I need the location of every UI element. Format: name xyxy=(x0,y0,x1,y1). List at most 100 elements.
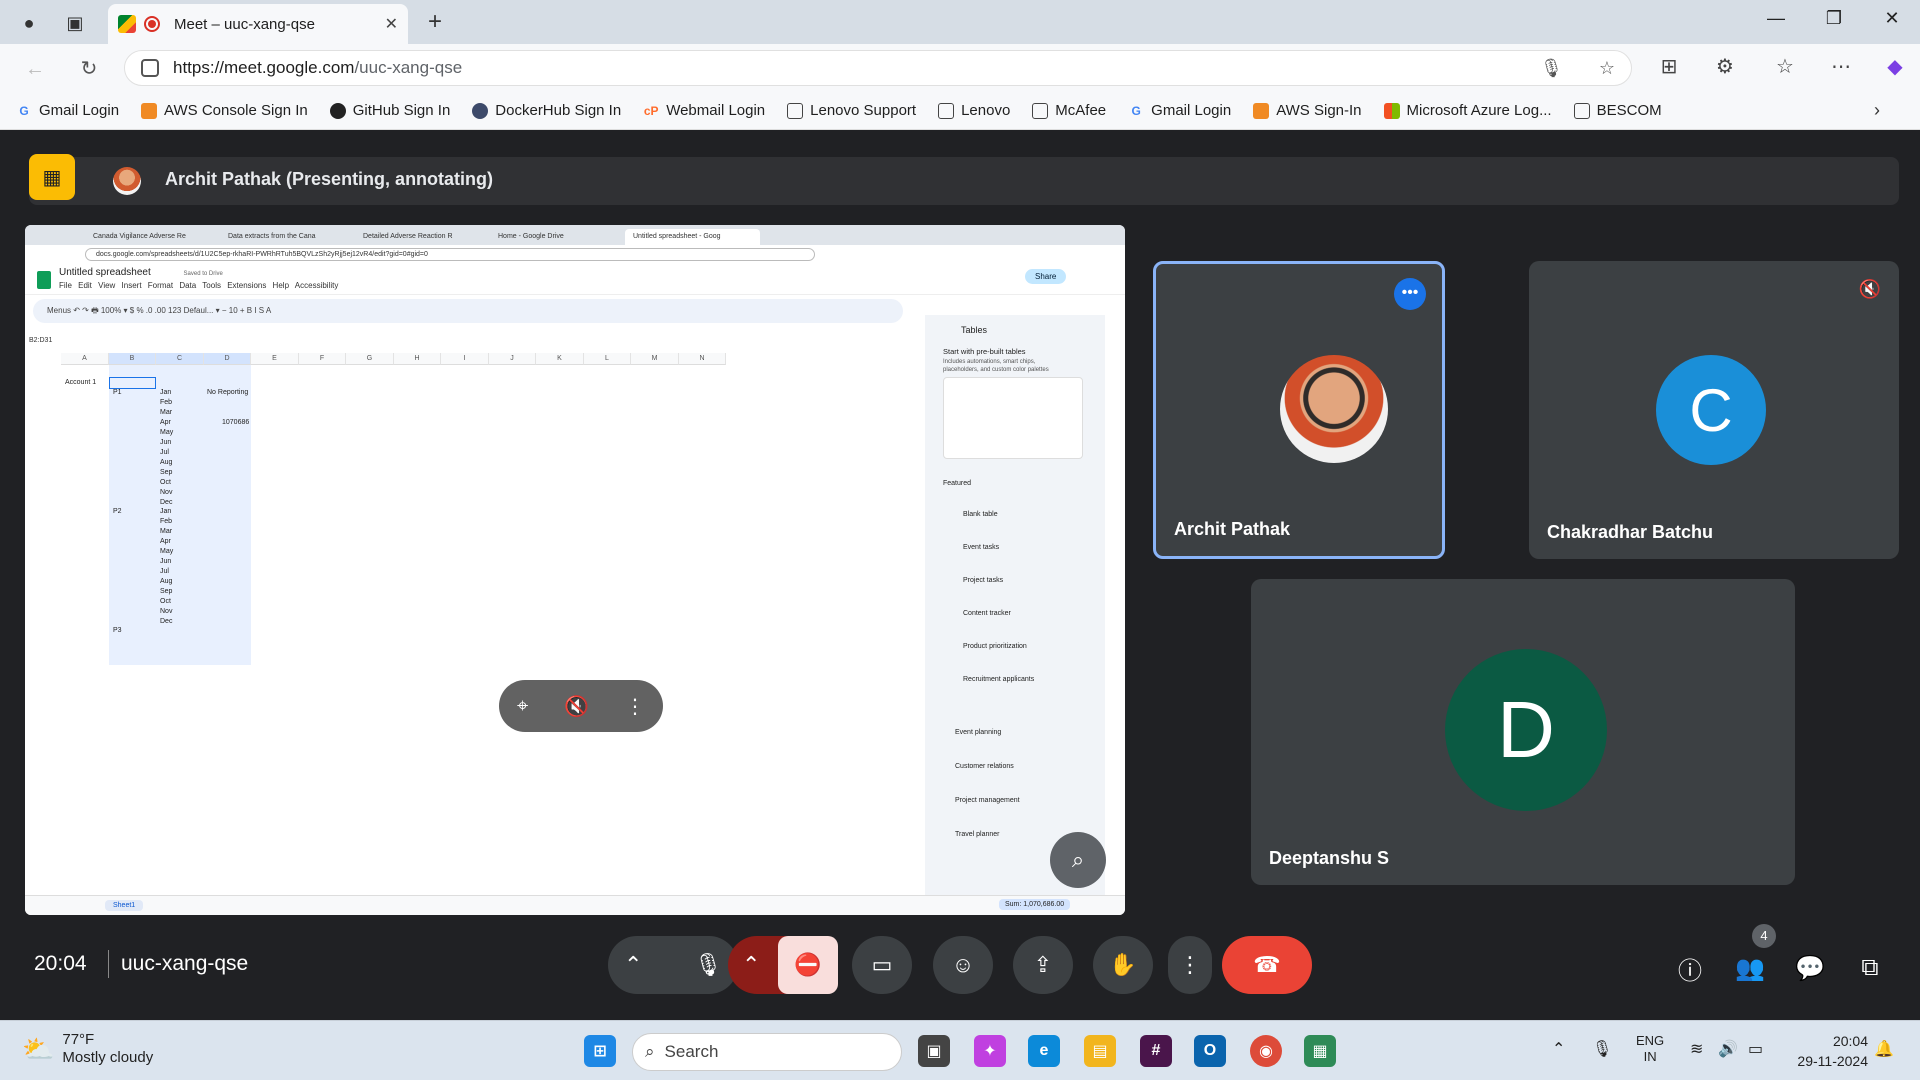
task-view-icon[interactable]: ▣ xyxy=(918,1035,950,1067)
bookmark-item[interactable]: G Gmail Login xyxy=(1128,102,1231,119)
cell-month: Sep xyxy=(160,469,173,476)
app-icon[interactable]: ▦ xyxy=(1304,1035,1336,1067)
recording-icon xyxy=(144,16,160,32)
more-icon[interactable]: ••• xyxy=(1394,278,1426,310)
chevron-up-icon[interactable]: ⌃ xyxy=(1552,1039,1565,1059)
profile-icon[interactable]: ● xyxy=(14,8,44,38)
unpin-icon[interactable]: ⌖ xyxy=(517,695,528,718)
clock[interactable]: 20:04 29-11-2024 xyxy=(1797,1031,1868,1071)
battery-icon[interactable]: ▭ xyxy=(1748,1039,1763,1059)
back-button[interactable]: ← xyxy=(20,54,50,84)
chrome-icon[interactable]: ◉ xyxy=(1250,1035,1282,1067)
file-explorer-icon[interactable]: ▤ xyxy=(1084,1035,1116,1067)
page-icon xyxy=(787,102,804,119)
address-bar[interactable]: https://meet.google.com/uuc-xang-qse 🎙 ☆ xyxy=(124,50,1632,86)
microphone-icon[interactable]: 🎙 xyxy=(1592,1039,1612,1059)
close-window-button[interactable]: ✕ xyxy=(1872,8,1912,29)
cell-month: Nov xyxy=(160,608,173,615)
bookmark-item[interactable]: Lenovo xyxy=(938,102,1010,119)
minimize-button[interactable]: — xyxy=(1756,8,1796,29)
refresh-button[interactable]: ↻ xyxy=(74,54,104,84)
cell-month: Jul xyxy=(160,568,169,575)
bookmark-item[interactable]: McAfee xyxy=(1032,102,1106,119)
bookmark-item[interactable]: AWS Console Sign In xyxy=(141,102,308,119)
people-icon[interactable]: 👥 xyxy=(1732,950,1768,986)
participant-tile-deeptanshu[interactable]: D Deeptanshu S xyxy=(1251,579,1795,885)
favorite-star-icon[interactable]: ☆ xyxy=(1599,58,1615,79)
bookmark-item[interactable]: cP Webmail Login xyxy=(643,102,765,119)
column-header: C xyxy=(156,353,204,365)
bookmark-item[interactable]: DockerHub Sign In xyxy=(472,102,621,119)
chevron-up-icon[interactable]: ⌃ xyxy=(742,952,760,978)
camera-off-icon[interactable]: ⛔ xyxy=(778,936,838,994)
tab-actions-icon[interactable]: ▣ xyxy=(60,8,90,38)
outlook-icon[interactable]: O xyxy=(1194,1035,1226,1067)
selection-range xyxy=(109,365,251,665)
chat-icon[interactable]: 💬 xyxy=(1792,950,1828,986)
tables-desc: Includes automations, smart chips, xyxy=(943,359,1036,365)
notification-bell-icon[interactable]: 🔔 xyxy=(1874,1039,1894,1059)
extensions-icon[interactable]: ⚙ xyxy=(1710,54,1740,79)
weather-widget[interactable]: ⛅ 77°F Mostly cloudy xyxy=(22,1031,153,1067)
cell-month: Aug xyxy=(160,459,173,466)
cell-month: Jan xyxy=(160,389,172,396)
column-header: E xyxy=(251,353,299,365)
copilot-icon[interactable]: ✦ xyxy=(974,1035,1006,1067)
participant-tile-archit[interactable]: ••• Archit Pathak xyxy=(1153,261,1445,559)
new-tab-button[interactable]: + xyxy=(420,8,450,36)
meeting-time: 20:04 xyxy=(34,952,87,975)
emoji-icon[interactable]: ☺ xyxy=(933,936,993,994)
participant-tile-chakradhar[interactable]: C 🔇 Chakradhar Batchu xyxy=(1529,261,1899,559)
language-indicator[interactable]: ENG IN xyxy=(1636,1033,1664,1065)
bookmarks-bar: G Gmail Login AWS Console Sign In GitHub … xyxy=(0,92,1920,130)
copilot-icon[interactable]: ◆ xyxy=(1880,54,1910,79)
cell-account: Account 1 xyxy=(65,379,97,386)
more-menu-icon[interactable]: ⋯ xyxy=(1826,54,1856,79)
cell-p2: P2 xyxy=(113,508,122,515)
bookmark-item[interactable]: AWS Sign-In xyxy=(1253,102,1362,119)
edge-icon[interactable]: e xyxy=(1028,1035,1060,1067)
zoom-icon[interactable]: ⌕ xyxy=(1050,832,1106,888)
raise-hand-icon[interactable]: ✋ xyxy=(1093,936,1153,994)
more-options-icon[interactable]: ⋮ xyxy=(1168,936,1212,994)
mute-audio-icon[interactable]: 🔇 xyxy=(564,694,589,719)
windows-start-icon[interactable]: ⊞ xyxy=(584,1035,616,1067)
shared-tab: Detailed Adverse Reaction R xyxy=(363,233,453,240)
meeting-info-icon[interactable]: ⓘ xyxy=(1672,950,1708,986)
bookmark-item[interactable]: G Gmail Login xyxy=(16,102,119,119)
meeting-code: uuc-xang-qse xyxy=(121,952,249,975)
wifi-icon[interactable]: ≋ xyxy=(1690,1039,1703,1059)
cell-no-reporting: No Reporting xyxy=(207,389,249,396)
more-options-icon[interactable]: ⋮ xyxy=(625,694,645,719)
slack-icon[interactable]: # xyxy=(1140,1035,1172,1067)
bookmark-item[interactable]: Lenovo Support xyxy=(787,102,916,119)
bookmark-item[interactable]: Microsoft Azure Log... xyxy=(1383,102,1552,119)
volume-icon[interactable]: 🔊 xyxy=(1718,1039,1738,1059)
taskbar-search[interactable]: ⌕ Search xyxy=(632,1033,902,1071)
featured-item: Recruitment applicants xyxy=(963,676,1035,683)
close-tab-icon[interactable]: ✕ xyxy=(385,14,398,34)
aws-icon xyxy=(141,102,158,119)
more-bookmarks-icon[interactable]: › xyxy=(1874,100,1880,121)
participant-name: Chakradhar Batchu xyxy=(1547,522,1714,542)
tables-side-panel: Tables Start with pre-built tables Inclu… xyxy=(925,315,1105,895)
present-icon[interactable]: ⇪ xyxy=(1013,936,1073,994)
bookmark-item[interactable]: GitHub Sign In xyxy=(329,102,450,119)
maximize-button[interactable]: ❐ xyxy=(1814,8,1854,29)
featured-item: Event tasks xyxy=(963,544,1000,551)
activities-icon[interactable]: ⧉ xyxy=(1852,950,1888,986)
favorites-icon[interactable]: ☆ xyxy=(1770,54,1800,79)
cell-month: Oct xyxy=(160,598,171,605)
microphone-icon[interactable]: 🎙 xyxy=(694,952,722,978)
chevron-up-icon[interactable]: ⌃ xyxy=(624,952,642,978)
stop-annotation-icon[interactable]: ▦ xyxy=(29,154,75,200)
microphone-permission-icon[interactable]: 🎙 xyxy=(1540,58,1563,79)
leave-call-icon[interactable]: ☎ xyxy=(1222,936,1312,994)
bookmark-item[interactable]: BESCOM xyxy=(1573,102,1662,119)
tab-meet[interactable]: Meet – uuc-xang-qse ✕ xyxy=(108,4,408,44)
apps-icon[interactable]: ⊞ xyxy=(1654,54,1684,79)
aws-icon xyxy=(1253,102,1270,119)
site-info-icon[interactable] xyxy=(141,59,159,77)
captions-icon[interactable]: ▭ xyxy=(852,936,912,994)
microphone-control[interactable]: ⌃ 🎙 xyxy=(608,936,738,994)
